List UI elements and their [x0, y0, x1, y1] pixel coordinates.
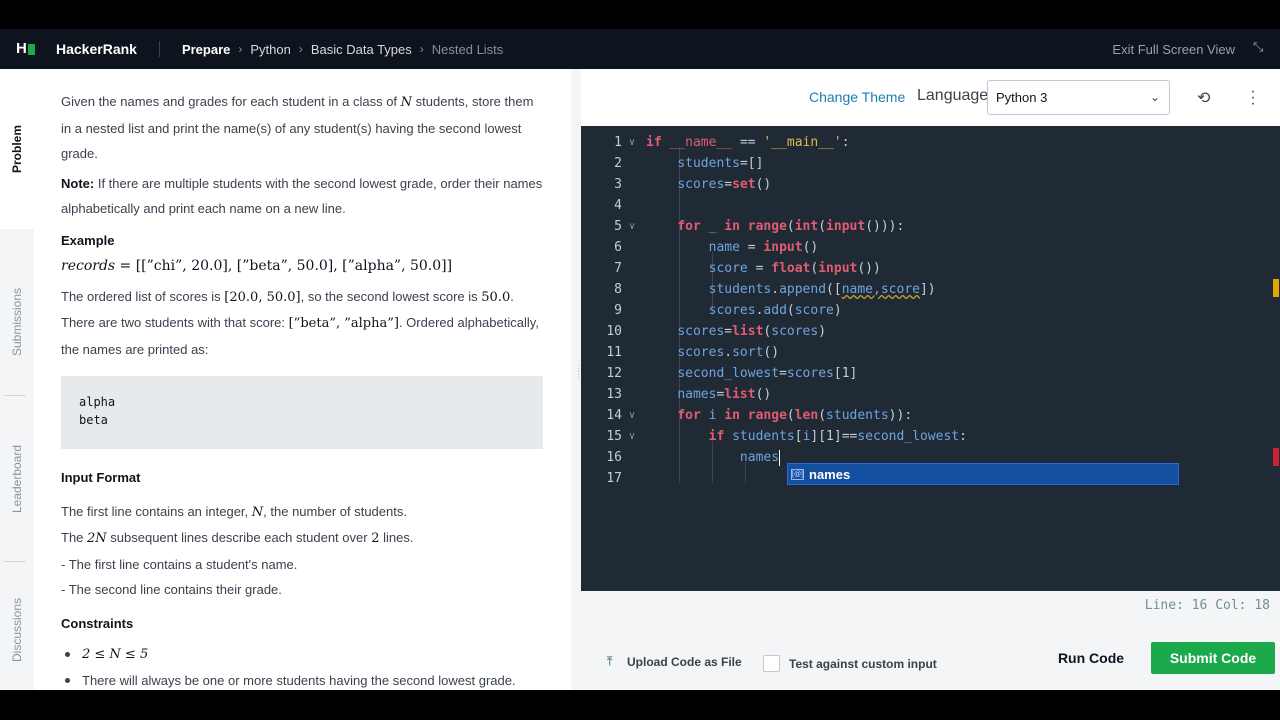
tab-leaderboard[interactable]: Leaderboard: [0, 399, 34, 559]
sample-output-line: alpha: [79, 395, 116, 409]
code-line: 2 students=[]: [614, 156, 764, 171]
letterbox-top: [0, 0, 1280, 29]
chevron-right-icon: ›: [298, 42, 303, 56]
code-line: 5 ∨ for _ in range(int(input())):: [614, 219, 905, 234]
variable-icon: [@]: [791, 468, 804, 480]
upload-code-button[interactable]: ⤒ Upload Code as File: [607, 654, 742, 669]
exit-fullscreen-link[interactable]: Exit Full Screen View: [1112, 42, 1235, 57]
sample-output-block: alpha beta: [61, 376, 543, 449]
breadcrumb-python[interactable]: Python: [250, 42, 290, 57]
constraint-item: 2 ≤ N ≤ 5: [61, 642, 543, 668]
tab-submissions[interactable]: Submissions: [0, 247, 34, 397]
breadcrumb-nested-lists: Nested Lists: [431, 41, 504, 57]
problem-intro: Given the names and grades for each stud…: [61, 94, 534, 161]
upload-icon: ⤒: [607, 654, 613, 668]
exit-fullscreen-icon[interactable]: ⤡: [1253, 40, 1267, 54]
input-format-heading: Input Format: [61, 470, 141, 485]
run-code-button[interactable]: Run Code: [1045, 642, 1137, 674]
code-line: 8 students.append([name,score]): [614, 282, 936, 297]
change-theme-link[interactable]: Change Theme: [809, 89, 905, 105]
code-line: 4: [614, 198, 622, 213]
code-line: 13 names=list(): [606, 387, 772, 402]
breadcrumb-basic-data-types[interactable]: Basic Data Types: [311, 42, 412, 57]
language-selected: Python 3: [996, 90, 1048, 105]
example-heading: Example: [61, 232, 115, 248]
scrollbar-warning-marker: [1273, 279, 1279, 297]
problem-statement: Given the names and grades for each stud…: [34, 69, 571, 690]
code-line: 9 scores.add(score): [614, 303, 842, 318]
brand-name[interactable]: HackerRank: [56, 41, 137, 57]
editor-statusbar: Line: 16 Col: 18: [581, 591, 1280, 624]
code-line: 12 second_lowest=scores[1]: [606, 366, 858, 381]
submit-code-button[interactable]: Submit Code: [1151, 642, 1275, 674]
text-cursor: [779, 449, 781, 466]
language-label: Language: [917, 87, 989, 104]
drag-handle-icon[interactable]: ⋮ ⋮: [574, 364, 583, 395]
code-line: 14 ∨ for i in range(len(students)):: [606, 408, 913, 423]
more-options-icon[interactable]: · · ·: [1249, 84, 1257, 112]
upload-label: Upload Code as File: [627, 654, 742, 669]
side-tabs: Problem Submissions Leaderboard Discussi…: [0, 69, 34, 690]
tab-discussions[interactable]: Discussions: [0, 569, 34, 690]
autocomplete-label: names: [809, 466, 851, 482]
hackerrank-logo-icon[interactable]: H: [16, 41, 38, 56]
code-line: 10 scores=list(scores): [606, 324, 827, 339]
constraints-heading: Constraints: [61, 615, 134, 631]
custom-input-toggle[interactable]: Test against custom input: [763, 655, 937, 672]
code-line: 1 ∨ if __name__ == '__main__':: [614, 135, 850, 150]
chevron-right-icon: ›: [419, 42, 424, 56]
sample-output-line: beta: [79, 413, 108, 427]
cursor-position: Line: 16 Col: 18: [1144, 598, 1270, 613]
autocomplete-suggestion[interactable]: [@] names: [787, 463, 1179, 485]
code-line: 3 scores=set(): [614, 177, 772, 192]
language-select[interactable]: Python 3 ⌄: [987, 80, 1170, 115]
top-navbar: H HackerRank Prepare › Python › Basic Da…: [0, 29, 1280, 69]
tab-divider: [4, 561, 26, 562]
custom-input-label: Test against custom input: [789, 656, 937, 671]
chevron-down-icon: ⌄: [1149, 90, 1160, 104]
records-formula: records = [[”chi”, 20.0], [”beta”, 50.0]…: [61, 258, 453, 274]
letterbox-bottom: [0, 690, 1280, 720]
editor-pane: Change Theme Language Python 3 ⌄ ⟲ · · · 1…: [581, 69, 1280, 690]
breadcrumb-prepare[interactable]: Prepare: [182, 42, 230, 57]
pane-splitter[interactable]: ⋮ ⋮: [571, 69, 583, 690]
scores-explanation: The ordered list of scores is [20.0, 50.…: [61, 288, 539, 357]
code-line: 11 scores.sort(): [606, 345, 780, 360]
nav-divider: [158, 41, 160, 57]
problem-note: Note: If there are multiple students wit…: [61, 175, 543, 217]
code-editor[interactable]: 1 ∨ if __name__ == '__main__': 2 students=…: [581, 126, 1280, 591]
custom-input-checkbox[interactable]: [763, 655, 780, 672]
code-line: 6 name = input(): [614, 240, 819, 255]
reset-code-icon[interactable]: ⟲: [1197, 90, 1215, 108]
input-format-text: The first line contains an integer, N, t…: [61, 503, 414, 598]
scrollbar-error-marker: [1273, 448, 1279, 466]
editor-toolbar: Change Theme Language Python 3 ⌄ ⟲ · · ·: [581, 69, 1280, 126]
constraint-item: There will always be one or more student…: [61, 668, 543, 691]
editor-actions: ⤒ Upload Code as File Test against custo…: [581, 624, 1280, 690]
code-line: 15 ∨ if students[i][1]==second_lowest:: [606, 429, 967, 444]
chevron-right-icon: ›: [238, 42, 243, 56]
code-line: 7 score = float(input()): [614, 261, 881, 276]
tab-problem[interactable]: Problem: [0, 69, 34, 229]
tab-divider: [4, 395, 26, 396]
